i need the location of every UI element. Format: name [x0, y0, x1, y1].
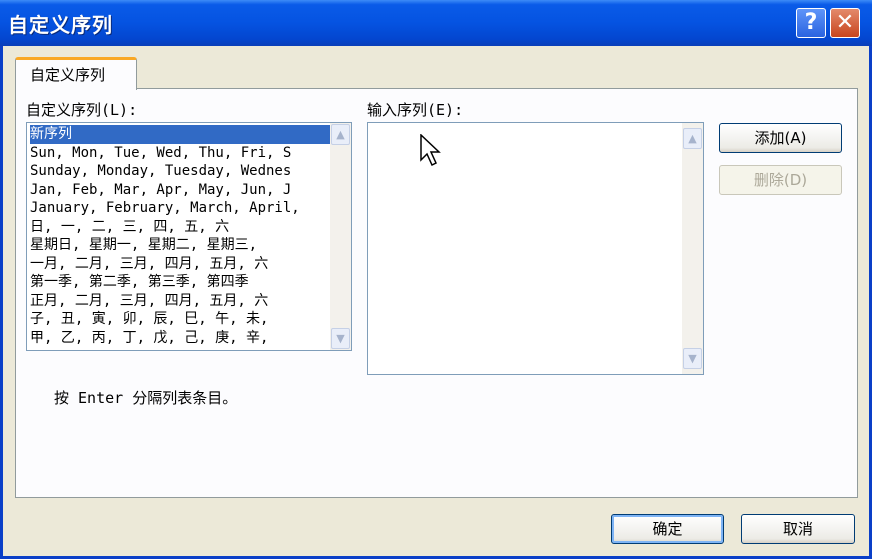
help-button[interactable]: ? [796, 8, 826, 38]
textarea-scrollbar[interactable]: ▲ ▼ [682, 123, 703, 374]
tab-label: 自定义序列 [30, 66, 106, 84]
add-button[interactable]: 添加(A) [719, 123, 842, 153]
scroll-up-arrow-icon[interactable]: ▲ [683, 128, 702, 149]
list-item[interactable]: 日, 一, 二, 三, 四, 五, 六 [30, 218, 330, 237]
scroll-up-arrow-icon[interactable]: ▲ [331, 124, 350, 145]
listbox-scrollbar[interactable]: ▲ ▼ [330, 123, 351, 350]
mouse-pointer-icon [420, 134, 441, 167]
tab-custom-lists[interactable]: 自定义序列 [15, 57, 137, 90]
scroll-down-arrow-icon[interactable]: ▼ [331, 328, 350, 349]
custom-lists-listbox[interactable]: 新序列 Sun, Mon, Tue, Wed, Thu, Fri, S Sund… [26, 122, 352, 351]
window-title: 自定义序列 [8, 13, 113, 37]
list-item[interactable]: 星期日, 星期一, 星期二, 星期三, [30, 236, 330, 255]
list-item[interactable]: Sunday, Monday, Tuesday, Wednes [30, 162, 330, 181]
list-item[interactable]: 一月, 二月, 三月, 四月, 五月, 六 [30, 255, 330, 274]
list-entries-textarea[interactable]: ▲ ▼ [367, 122, 704, 375]
ok-button[interactable]: 确定 [611, 514, 724, 544]
list-item[interactable]: 正月, 二月, 三月, 四月, 五月, 六 [30, 292, 330, 311]
list-item[interactable]: January, February, March, April, [30, 199, 330, 218]
list-item[interactable]: 新序列 [30, 125, 330, 144]
cancel-button[interactable]: 取消 [741, 514, 855, 544]
close-button[interactable]: ✕ [830, 8, 860, 38]
list-item[interactable]: Sun, Mon, Tue, Wed, Thu, Fri, S [30, 144, 330, 163]
list-item[interactable]: 子, 丑, 寅, 卯, 辰, 巳, 午, 未, [30, 310, 330, 329]
list-entries-label: 输入序列(E): [367, 101, 464, 119]
title-bar[interactable]: 自定义序列 ? ✕ [0, 0, 872, 46]
list-item[interactable]: 第一季, 第二季, 第三季, 第四季 [30, 273, 330, 292]
scroll-down-arrow-icon[interactable]: ▼ [683, 348, 702, 369]
list-item[interactable]: Jan, Feb, Mar, Apr, May, Jun, J [30, 181, 330, 200]
custom-lists-label: 自定义序列(L): [26, 101, 138, 119]
list-item[interactable]: 甲, 乙, 丙, 丁, 戊, 己, 庚, 辛, [30, 329, 330, 348]
hint-text: 按 Enter 分隔列表条目。 [54, 389, 238, 407]
delete-button[interactable]: 删除(D) [719, 165, 842, 195]
